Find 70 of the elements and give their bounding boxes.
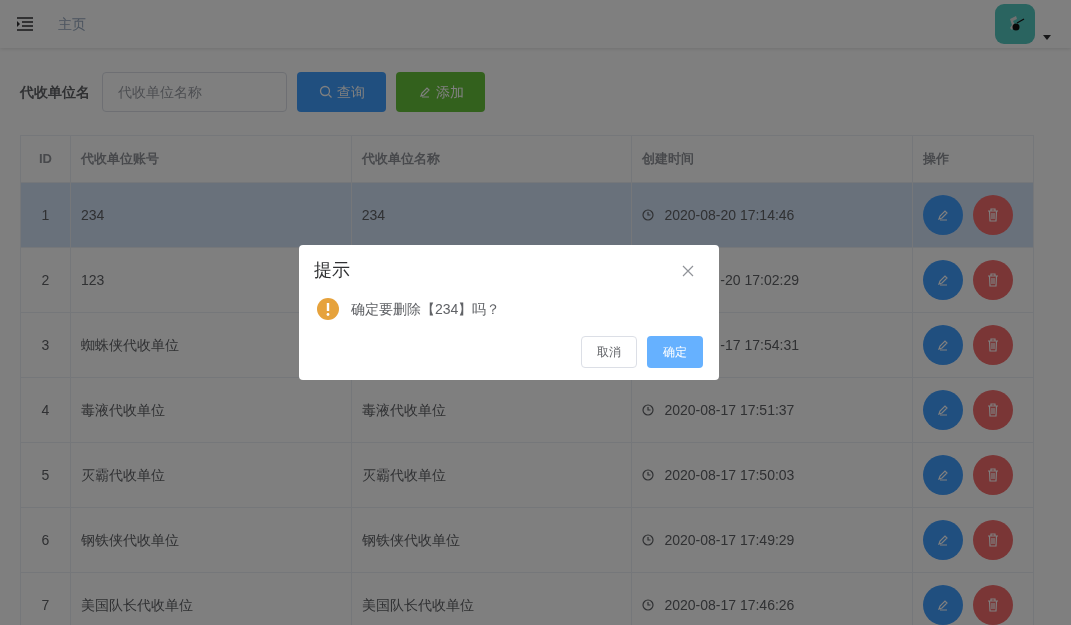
table-row[interactable]: 1 234 234 2020-08-20 17:14:46	[21, 183, 1033, 248]
table-cell-text: 3	[41, 335, 50, 355]
confirm-button[interactable]: 确定	[647, 336, 703, 368]
table-cell-text: 2020-08-20 17:14:46	[664, 205, 795, 225]
search-label: 代收单位名	[20, 82, 90, 102]
delete-button[interactable]	[973, 455, 1014, 495]
delete-button[interactable]	[973, 585, 1014, 625]
table-cell-text: -20 17:02:29	[720, 270, 799, 290]
table-row[interactable]: 6 钢铁侠代收单位 钢铁侠代收单位 2020-08-17 17:49:29	[21, 508, 1033, 573]
close-icon[interactable]	[682, 264, 694, 277]
edit-button[interactable]	[923, 195, 964, 235]
edit-button[interactable]	[923, 325, 964, 365]
clock-icon	[642, 599, 655, 611]
cancel-button[interactable]: 取消	[581, 336, 637, 368]
edit-button[interactable]	[923, 260, 964, 300]
table-cell-text: 234	[80, 205, 105, 225]
dialog-title: 提示	[314, 259, 350, 282]
table-cell-text: 2020-08-17 17:46:26	[664, 595, 795, 615]
table-cell-text: 4	[41, 400, 50, 420]
delete-button[interactable]	[973, 260, 1014, 300]
trash-icon	[987, 273, 1000, 287]
table-cell-text: 蜘蛛侠代收单位	[80, 335, 179, 355]
search-icon	[318, 85, 333, 99]
table-cell-text: 钢铁侠代收单位	[361, 530, 460, 550]
menu-icon[interactable]	[16, 16, 34, 32]
table-cell-text: 毒液代收单位	[361, 400, 446, 420]
query-button[interactable]: 查询	[297, 72, 386, 112]
clock-icon	[642, 534, 655, 546]
add-button[interactable]: 添加	[396, 72, 485, 112]
table-cell-text: 7	[41, 595, 50, 615]
table-cell-text: 6	[41, 530, 50, 550]
delete-button[interactable]	[973, 520, 1014, 560]
dialog-message: 确定要删除【234】吗？	[351, 299, 501, 319]
edit-button[interactable]	[923, 520, 964, 560]
table-cell-text: 毒液代收单位	[80, 400, 165, 420]
table-cell-text: 2020-08-17 17:51:37	[664, 400, 795, 420]
edit-button[interactable]	[923, 455, 964, 495]
table-cell-text: 灭霸代收单位	[361, 465, 446, 485]
table-cell-text: 美国队长代收单位	[361, 595, 474, 615]
table-cell-text: 2	[41, 270, 50, 290]
table-cell-text: 234	[361, 205, 386, 225]
clock-icon	[642, 469, 655, 481]
table-cell-text: 灭霸代收单位	[80, 465, 165, 485]
warning-icon	[317, 298, 339, 320]
pencil-icon	[417, 85, 432, 99]
delete-button[interactable]	[973, 390, 1014, 430]
table-cell-text: 2020-08-17 17:49:29	[664, 530, 795, 550]
table-cell-text: 5	[41, 465, 50, 485]
trash-icon	[987, 208, 1000, 222]
table-cell-text: 美国队长代收单位	[80, 595, 193, 615]
trash-icon	[987, 468, 1000, 482]
table-cell-text: 1	[41, 205, 50, 225]
edit-button[interactable]	[923, 390, 964, 430]
table-cell-text: 123	[80, 270, 105, 290]
table-cell-text: 钢铁侠代收单位	[80, 530, 179, 550]
table-row[interactable]: 4 毒液代收单位 毒液代收单位 2020-08-17 17:51:37	[21, 378, 1033, 443]
clock-icon	[642, 209, 655, 221]
trash-icon	[987, 598, 1000, 612]
caret-icon[interactable]	[1043, 35, 1051, 40]
trash-icon	[987, 403, 1000, 417]
trash-icon	[987, 533, 1000, 547]
avatar[interactable]	[995, 4, 1035, 44]
table-row[interactable]: 5 灭霸代收单位 灭霸代收单位 2020-08-17 17:50:03	[21, 443, 1033, 508]
table-cell-text: 2020-08-17 17:50:03	[664, 465, 795, 485]
table-cell-text: -17 17:54:31	[720, 335, 799, 355]
edit-button[interactable]	[923, 585, 964, 625]
delete-button[interactable]	[973, 325, 1014, 365]
delete-button[interactable]	[973, 195, 1014, 235]
clock-icon	[642, 404, 655, 416]
trash-icon	[987, 338, 1000, 352]
